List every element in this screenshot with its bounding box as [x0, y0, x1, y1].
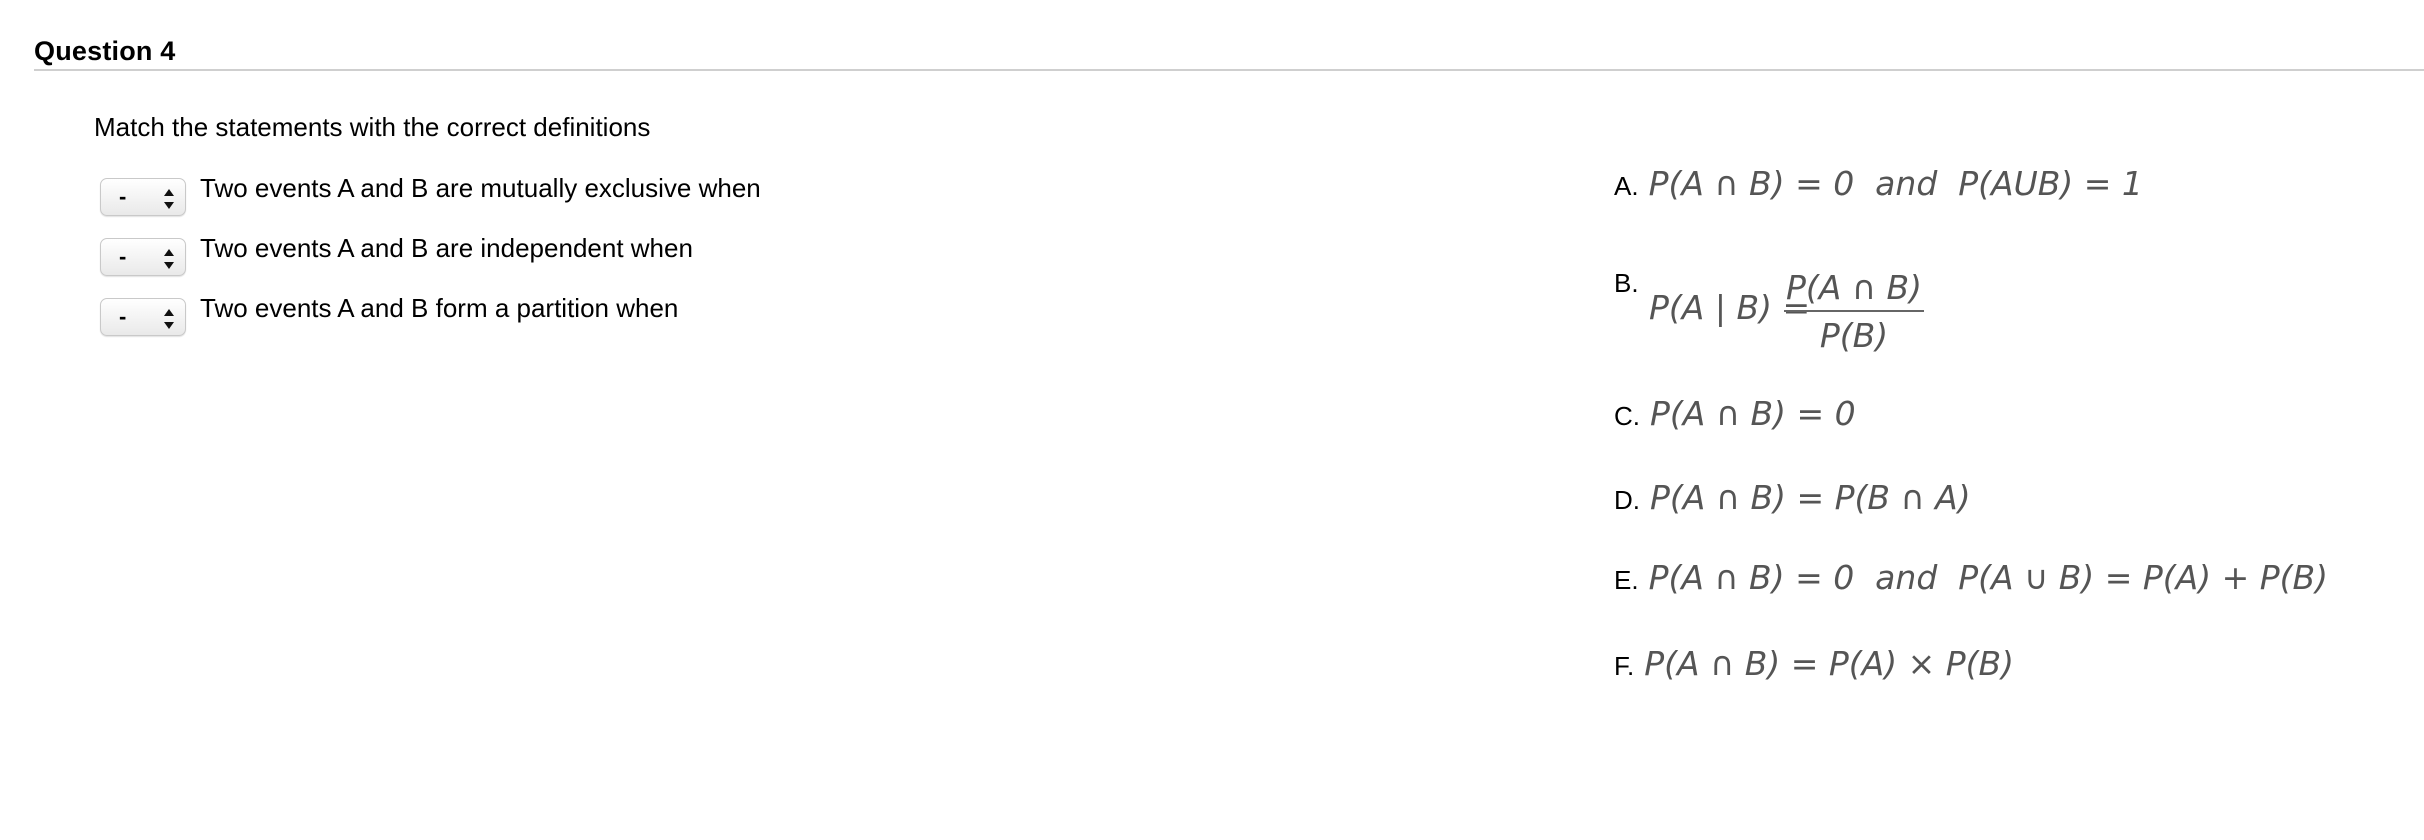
select-value: - [119, 184, 127, 209]
option-c-formula: P(A ∩ B) = 0 [1650, 394, 1856, 433]
option-e-letter: E. [1614, 565, 1639, 595]
option-e: E. P(A ∩ B) = 0 and P(A ∪ B) = P(A) + P(… [1614, 558, 2328, 597]
option-f: F. P(A ∩ B) = P(A) × P(B) [1614, 644, 2014, 683]
option-a-letter: A. [1614, 171, 1639, 201]
option-f-letter: F. [1614, 651, 1635, 681]
select-value: - [119, 244, 127, 269]
select-arrows-icon [162, 307, 176, 331]
question-instruction: Match the statements with the correct de… [94, 112, 651, 142]
option-b-numerator: P(A ∩ B) [1786, 268, 1922, 307]
fraction-bar [1784, 310, 1924, 312]
statement-3-text: Two events A and B form a partition when [200, 293, 679, 323]
statement-row-2: - Two events A and B are independent whe… [100, 232, 693, 276]
option-c: C. P(A ∩ B) = 0 [1614, 394, 1856, 433]
option-a: A. P(A ∩ B) = 0 and P(AUB) = 1 [1614, 164, 2143, 203]
option-c-letter: C. [1614, 401, 1640, 431]
title-divider [34, 69, 2424, 71]
statement-row-3: - Two events A and B form a partition wh… [100, 292, 678, 336]
statement-2-text: Two events A and B are independent when [200, 233, 693, 263]
select-arrows-icon [162, 247, 176, 271]
option-d-letter: D. [1614, 485, 1640, 515]
question-page: Question 4 Match the statements with the… [0, 0, 2424, 840]
option-b-denominator: P(B) [1819, 316, 1889, 355]
option-b-fraction: P(A ∩ B) P(B) [1784, 268, 1924, 356]
statement-1-select[interactable]: - [100, 178, 186, 216]
select-arrows-icon [162, 187, 176, 211]
option-f-formula: P(A ∩ B) = P(A) × P(B) [1644, 644, 2015, 683]
statement-row-1: - Two events A and B are mutually exclus… [100, 172, 761, 216]
select-value: - [119, 304, 127, 329]
statement-2-select[interactable]: - [100, 238, 186, 276]
statement-3-select[interactable]: - [100, 298, 186, 336]
option-a-formula: P(A ∩ B) = 0 and P(AUB) = 1 [1648, 164, 2143, 203]
option-b-letter: B. [1614, 268, 1639, 298]
option-e-formula: P(A ∩ B) = 0 and P(A ∪ B) = P(A) + P(B) [1648, 558, 2329, 597]
option-d: D. P(A ∩ B) = P(B ∩ A) [1614, 478, 1971, 517]
statement-1-text: Two events A and B are mutually exclusiv… [200, 173, 761, 203]
question-title: Question 4 [34, 36, 176, 66]
option-d-formula: P(A ∩ B) = P(B ∩ A) [1650, 478, 1971, 517]
